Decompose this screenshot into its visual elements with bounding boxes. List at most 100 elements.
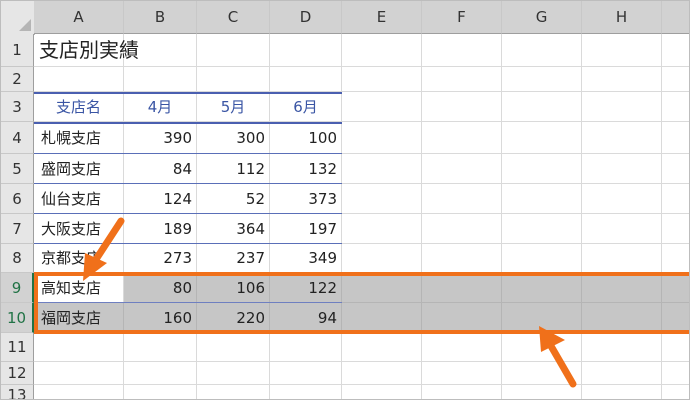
cell-h7[interactable]: [582, 214, 662, 244]
cell-h8[interactable]: [582, 244, 662, 273]
column-header-a[interactable]: A: [34, 1, 124, 34]
table-value[interactable]: 132: [270, 154, 342, 184]
cell-c13[interactable]: [197, 385, 270, 399]
cell-e12[interactable]: [342, 362, 422, 385]
row-header-10[interactable]: 10: [1, 303, 34, 333]
select-all-corner[interactable]: [1, 1, 35, 35]
column-header-f[interactable]: F: [422, 1, 502, 34]
cell-g1[interactable]: [502, 34, 582, 67]
cell-e1[interactable]: [342, 34, 422, 67]
column-header-c[interactable]: C: [197, 1, 270, 34]
cell-g8[interactable]: [502, 244, 582, 273]
table-header-1[interactable]: 支店名: [34, 92, 124, 122]
cell-i10[interactable]: [662, 303, 689, 333]
cell-i3[interactable]: [662, 92, 689, 122]
branch-name[interactable]: 大阪支店: [34, 214, 124, 244]
cell-d12[interactable]: [270, 362, 342, 385]
cell-e5[interactable]: [342, 154, 422, 184]
cell-h5[interactable]: [582, 154, 662, 184]
table-value[interactable]: 124: [124, 184, 197, 214]
cell-i13[interactable]: [662, 385, 689, 399]
cell-e8[interactable]: [342, 244, 422, 273]
cell-a13[interactable]: [34, 385, 124, 399]
cell-b12[interactable]: [124, 362, 197, 385]
table-value[interactable]: 100: [270, 122, 342, 154]
cell-d2[interactable]: [270, 67, 342, 92]
cell-i4[interactable]: [662, 122, 689, 154]
table-value[interactable]: 189: [124, 214, 197, 244]
table-value[interactable]: 94: [270, 303, 342, 333]
cell-e9[interactable]: [342, 273, 422, 303]
cell-h11[interactable]: [582, 333, 662, 362]
table-value[interactable]: 112: [197, 154, 270, 184]
cell-h6[interactable]: [582, 184, 662, 214]
cell-g2[interactable]: [502, 67, 582, 92]
table-value[interactable]: 390: [124, 122, 197, 154]
cell-h12[interactable]: [582, 362, 662, 385]
cell-i11[interactable]: [662, 333, 689, 362]
column-header-b[interactable]: B: [124, 1, 197, 34]
cell-f2[interactable]: [422, 67, 502, 92]
table-value[interactable]: 273: [124, 244, 197, 273]
table-value[interactable]: 373: [270, 184, 342, 214]
branch-name[interactable]: 札幌支店: [34, 122, 124, 154]
row-header-3[interactable]: 3: [1, 92, 34, 122]
cell-i9[interactable]: [662, 273, 689, 303]
column-header-extra[interactable]: [662, 1, 689, 34]
cell-h10[interactable]: [582, 303, 662, 333]
cell-f3[interactable]: [422, 92, 502, 122]
cell-h13[interactable]: [582, 385, 662, 399]
cell-h4[interactable]: [582, 122, 662, 154]
cell-g3[interactable]: [502, 92, 582, 122]
cell-c12[interactable]: [197, 362, 270, 385]
cell-g5[interactable]: [502, 154, 582, 184]
branch-name[interactable]: 仙台支店: [34, 184, 124, 214]
cell-f10[interactable]: [422, 303, 502, 333]
branch-name[interactable]: 盛岡支店: [34, 154, 124, 184]
table-value[interactable]: 220: [197, 303, 270, 333]
table-value[interactable]: 160: [124, 303, 197, 333]
column-header-h[interactable]: H: [582, 1, 662, 34]
column-header-g[interactable]: G: [502, 1, 582, 34]
row-header-12[interactable]: 12: [1, 362, 34, 385]
row-header-4[interactable]: 4: [1, 122, 34, 154]
cell-d13[interactable]: [270, 385, 342, 399]
branch-name[interactable]: 高知支店: [34, 273, 124, 303]
cell-c1[interactable]: [197, 34, 270, 67]
cell-i8[interactable]: [662, 244, 689, 273]
cell-f6[interactable]: [422, 184, 502, 214]
table-value[interactable]: 300: [197, 122, 270, 154]
cell-f8[interactable]: [422, 244, 502, 273]
column-header-d[interactable]: D: [270, 1, 342, 34]
row-header-9[interactable]: 9: [1, 273, 34, 303]
cell-d11[interactable]: [270, 333, 342, 362]
table-value[interactable]: 106: [197, 273, 270, 303]
row-header-8[interactable]: 8: [1, 244, 34, 273]
cell-f13[interactable]: [422, 385, 502, 399]
branch-name[interactable]: 福岡支店: [34, 303, 124, 333]
cell-b2[interactable]: [124, 67, 197, 92]
cell-c2[interactable]: [197, 67, 270, 92]
cell-h3[interactable]: [582, 92, 662, 122]
cell-f7[interactable]: [422, 214, 502, 244]
cell-i1[interactable]: [662, 34, 689, 67]
cell-i7[interactable]: [662, 214, 689, 244]
cell-e4[interactable]: [342, 122, 422, 154]
cell-f12[interactable]: [422, 362, 502, 385]
cell-b1[interactable]: [124, 34, 197, 67]
cell-g12[interactable]: [502, 362, 582, 385]
cell-f4[interactable]: [422, 122, 502, 154]
table-value[interactable]: 364: [197, 214, 270, 244]
cell-g4[interactable]: [502, 122, 582, 154]
table-value[interactable]: 52: [197, 184, 270, 214]
cell-i6[interactable]: [662, 184, 689, 214]
row-header-5[interactable]: 5: [1, 154, 34, 184]
row-header-2[interactable]: 2: [1, 67, 34, 92]
cell-h2[interactable]: [582, 67, 662, 92]
cell-g7[interactable]: [502, 214, 582, 244]
cell-g11[interactable]: [502, 333, 582, 362]
cell-g13[interactable]: [502, 385, 582, 399]
cell-e10[interactable]: [342, 303, 422, 333]
table-value[interactable]: 80: [124, 273, 197, 303]
branch-name[interactable]: 京都支店: [34, 244, 124, 273]
